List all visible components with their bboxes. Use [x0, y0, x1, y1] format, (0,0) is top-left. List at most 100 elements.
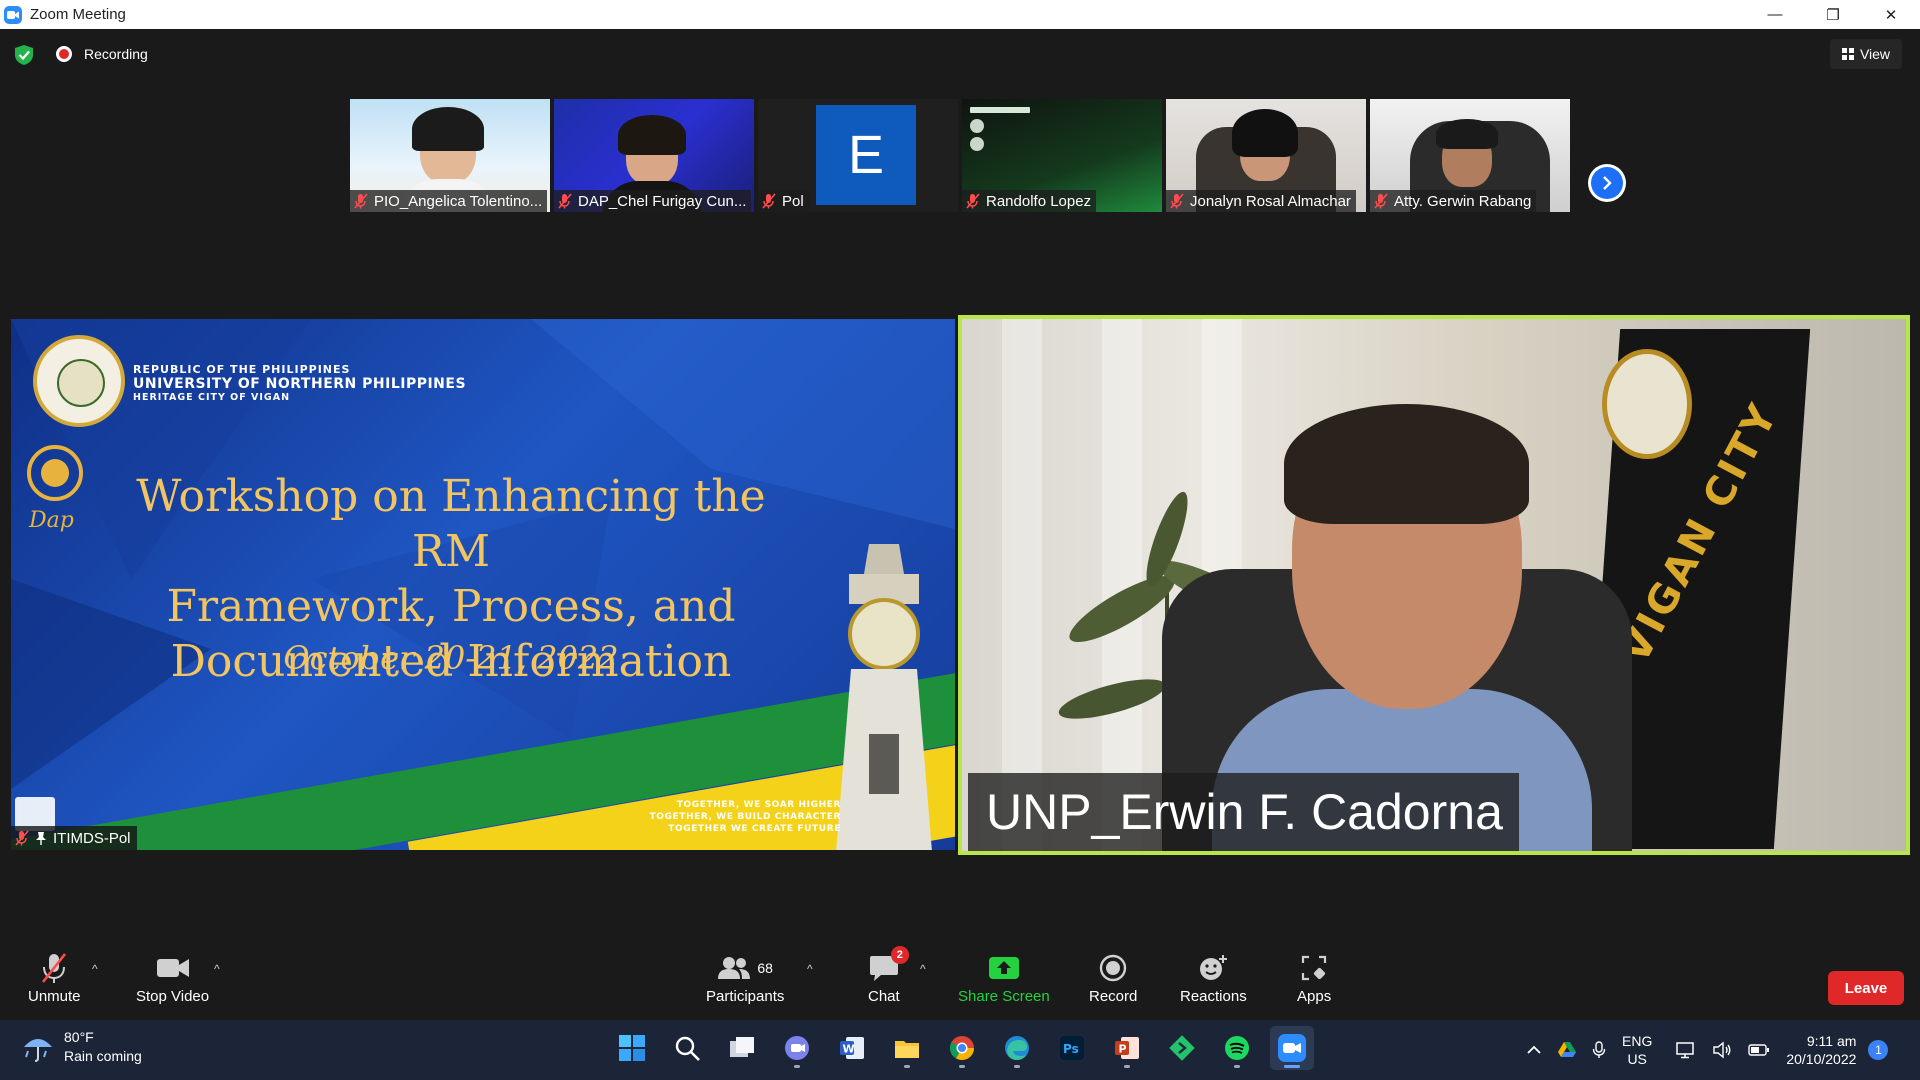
meeting-topbar: Recording View	[0, 29, 1920, 77]
volume-icon[interactable]	[1712, 1041, 1732, 1059]
leave-button[interactable]: Leave	[1828, 971, 1904, 1005]
svg-text:W: W	[843, 1043, 855, 1056]
show-hidden-icons-chevron-icon[interactable]	[1526, 1045, 1542, 1055]
svg-text:Ps: Ps	[1063, 1042, 1079, 1056]
pin-icon	[36, 832, 46, 845]
participant-thumbnail[interactable]: Jonalyn Rosal Almachar	[1166, 99, 1366, 212]
taskbar-search-icon[interactable]	[665, 1026, 709, 1070]
participant-name: Jonalyn Rosal Almachar	[1190, 192, 1351, 210]
bell-tower-illustration	[836, 544, 932, 850]
reactions-button[interactable]: Reactions	[1180, 950, 1247, 1005]
word-icon[interactable]: W	[830, 1026, 874, 1070]
taskbar-clock[interactable]: 9:11 am 20/10/2022	[1786, 1032, 1856, 1068]
windows-taskbar: 80°F Rain coming W Ps P ENG US 9:11 am 2…	[0, 1020, 1920, 1080]
next-page-button[interactable]	[1588, 164, 1626, 202]
clock-time: 9:11 am	[1806, 1033, 1857, 1049]
meeting-area: Recording View PIO_Angelica Tolentino...…	[0, 29, 1920, 1020]
stop-video-label: Stop Video	[136, 988, 210, 1005]
shared-slide-video[interactable]: Dap REPUBLIC OF THE PHILIPPINES UNIVERSI…	[11, 319, 955, 850]
google-drive-icon[interactable]	[1558, 1042, 1576, 1058]
participants-button[interactable]: 68 Participants	[706, 950, 784, 1005]
participants-count: 68	[757, 960, 773, 976]
restore-button[interactable]: ❐	[1804, 0, 1862, 29]
participant-thumbnail[interactable]: DAP_Chel Furigay Cun...	[554, 99, 754, 212]
window-title: Zoom Meeting	[30, 6, 126, 23]
smiley-plus-icon	[1198, 950, 1228, 986]
chat-label: Chat	[868, 988, 900, 1005]
powerpoint-icon[interactable]: P	[1105, 1026, 1149, 1070]
video-camera-icon	[156, 950, 190, 986]
participant-name: Randolfo Lopez	[986, 192, 1092, 210]
git-icon[interactable]	[1160, 1026, 1204, 1070]
participant-thumbnail[interactable]: E Pol	[758, 99, 958, 212]
rain-umbrella-icon	[24, 1039, 52, 1062]
taskbar-apps: W Ps P	[610, 1026, 1314, 1070]
slide-motto: TOGETHER, WE SOAR HIGHER TOGETHER, WE BU…	[649, 800, 841, 834]
task-view-icon[interactable]	[720, 1026, 764, 1070]
file-explorer-icon[interactable]	[885, 1026, 929, 1070]
dap-label: Dap	[28, 508, 74, 533]
muted-mic-icon	[1170, 193, 1184, 209]
participant-name-caption: PIO_Angelica Tolentino...	[350, 190, 548, 212]
photoshop-icon[interactable]: Ps	[1050, 1026, 1094, 1070]
network-icon[interactable]	[1676, 1041, 1696, 1059]
participants-icon	[718, 957, 751, 979]
microphone-tray-icon[interactable]	[1592, 1041, 1606, 1059]
chat-button[interactable]: 2 Chat	[868, 946, 909, 1005]
spotify-icon[interactable]	[1215, 1026, 1259, 1070]
muted-mic-icon	[762, 193, 776, 209]
meeting-control-bar: Unmute ^ Stop Video ^ 68 Participants ^ …	[0, 942, 1920, 1020]
active-speaker-video[interactable]: VIGAN CITY UNP_Erwin F. Cadorna	[958, 315, 1910, 855]
input-language-indicator[interactable]: ENG US	[1622, 1032, 1652, 1068]
participants-options-caret-icon[interactable]: ^	[807, 962, 813, 976]
sharer-name: ITIMDS-Pol	[53, 829, 131, 847]
unmute-button[interactable]: Unmute	[28, 950, 81, 1005]
recording-label: Recording	[84, 46, 148, 62]
windows-start-icon[interactable]	[610, 1026, 654, 1070]
teams-chat-icon[interactable]	[775, 1026, 819, 1070]
share-screen-button[interactable]: Share Screen	[958, 950, 1050, 1005]
clock-date: 20/10/2022	[1786, 1051, 1857, 1067]
muted-mic-icon	[1374, 193, 1388, 209]
slide-header-line1: REPUBLIC OF THE PHILIPPINES	[133, 363, 351, 376]
muted-mic-icon	[354, 193, 368, 209]
stop-video-button[interactable]: Stop Video	[136, 950, 209, 1005]
notification-badge[interactable]: 1	[1868, 1040, 1889, 1060]
recording-indicator-icon[interactable]	[56, 46, 72, 62]
participant-thumbnail[interactable]: Randolfo Lopez	[962, 99, 1162, 212]
apps-label: Apps	[1297, 988, 1332, 1005]
weather-widget[interactable]: 80°F Rain coming	[22, 1028, 142, 1066]
apps-button[interactable]: Apps	[1297, 950, 1331, 1005]
chat-options-caret-icon[interactable]: ^	[920, 962, 926, 976]
muted-mic-icon	[15, 830, 29, 846]
muted-mic-icon	[558, 193, 572, 209]
slide-header-line2: UNIVERSITY OF NORTHERN PHILIPPINES	[133, 376, 467, 392]
audio-options-caret-icon[interactable]: ^	[92, 962, 98, 976]
participant-name: DAP_Chel Furigay Cun...	[578, 192, 747, 210]
close-button[interactable]: ✕	[1862, 0, 1920, 29]
participant-thumbnail[interactable]: PIO_Angelica Tolentino...	[350, 99, 550, 212]
zoom-taskbar-icon[interactable]	[1270, 1026, 1314, 1070]
minimize-button[interactable]: —	[1746, 0, 1804, 29]
edge-icon[interactable]	[995, 1026, 1039, 1070]
participant-name-caption: DAP_Chel Furigay Cun...	[554, 190, 752, 212]
chrome-icon[interactable]	[940, 1026, 984, 1070]
participant-name-caption: Jonalyn Rosal Almachar	[1166, 190, 1356, 212]
record-button[interactable]: Record	[1089, 950, 1137, 1005]
participants-label: Participants	[706, 988, 785, 1005]
participant-thumbnail[interactable]: Atty. Gerwin Rabang	[1370, 99, 1570, 212]
participant-name: PIO_Angelica Tolentino...	[374, 192, 543, 210]
system-tray: ENG US 9:11 am 20/10/2022 1	[1526, 1020, 1889, 1080]
share-screen-icon	[988, 950, 1020, 986]
battery-icon[interactable]	[1748, 1043, 1770, 1057]
video-options-caret-icon[interactable]: ^	[214, 962, 220, 976]
participant-name: Atty. Gerwin Rabang	[1394, 192, 1532, 210]
muted-mic-icon	[966, 193, 980, 209]
weather-temp: 80°F	[64, 1029, 94, 1045]
view-button[interactable]: View	[1830, 39, 1902, 69]
svg-text:P: P	[1119, 1043, 1127, 1056]
muted-microphone-icon	[39, 950, 69, 986]
slide-date: October 20-21, 2022	[283, 639, 619, 677]
participant-avatar: E	[816, 105, 916, 205]
security-shield-icon[interactable]	[15, 45, 33, 65]
